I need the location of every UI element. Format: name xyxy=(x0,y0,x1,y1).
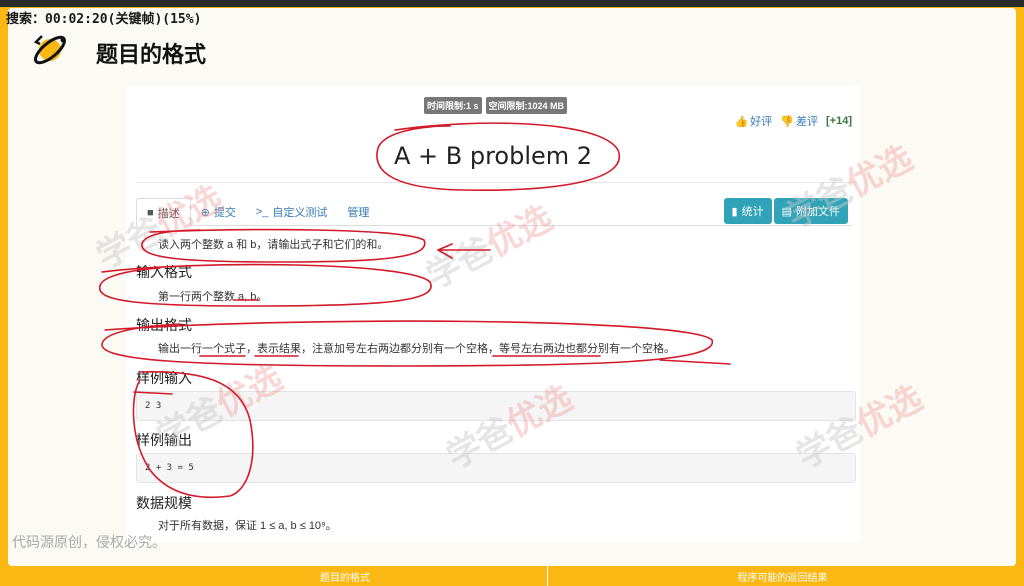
copyright-notice: 代码源原创，侵权必究。 xyxy=(12,535,166,551)
time-limit-badge: 时间限制:1 s xyxy=(424,97,482,114)
tab-custom-test-label: 自定义测试 xyxy=(272,207,328,219)
top-border xyxy=(0,0,1024,7)
tab-description[interactable]: ■ 描述 xyxy=(136,198,191,227)
vote-score: [+14] xyxy=(826,115,852,127)
logo-icon xyxy=(33,35,67,65)
attachments-button[interactable]: ▤ 附加文件 xyxy=(773,198,848,224)
constraints-heading: 数据规模 xyxy=(136,495,192,511)
slide-title: 题目的格式 xyxy=(96,43,207,68)
book-icon: ■ xyxy=(147,206,154,219)
problem-panel: 时间限制:1 s 空间限制:1024 MB 👍 好评 👎 差评 [+14] A … xyxy=(126,86,860,542)
bar-chart-icon: ▮ xyxy=(731,205,738,218)
tab-manage[interactable]: 管理 xyxy=(337,198,379,226)
tab-submit-label: 提交 xyxy=(213,207,236,219)
input-format-text: 第一行两个整数 a, b。 xyxy=(158,291,268,303)
thumbs-down-icon: 👎 xyxy=(780,115,794,128)
limit-badges: 时间限制:1 s 空间限制:1024 MB xyxy=(424,97,568,114)
constraints-text: 对于所有数据，保证 1 ≤ a, b ≤ 10⁹。 xyxy=(158,520,337,532)
tab-submit[interactable]: ⊕ 提交 xyxy=(191,198,246,226)
attachments-label: 附加文件 xyxy=(796,206,840,218)
output-format-heading: 输出格式 xyxy=(136,317,192,333)
tab-actions: ▮ 统计 ▤ 附加文件 xyxy=(723,198,848,224)
bottom-chapter-next[interactable]: 程序可能的返回结果 xyxy=(547,566,1017,586)
input-format-heading: 输入格式 xyxy=(136,264,192,280)
terminal-icon: >_ xyxy=(255,206,269,218)
search-status-text: 搜索：00:02:20(关键帧)(15%) xyxy=(6,12,202,27)
vote-bar: 👍 好评 👎 差评 [+14] xyxy=(735,113,852,129)
tab-manage-label: 管理 xyxy=(347,207,370,219)
memory-limit-badge: 空间限制:1024 MB xyxy=(485,97,568,114)
tab-custom-test[interactable]: >_ 自定义测试 xyxy=(246,198,338,226)
problem-title: A + B problem 2 xyxy=(393,142,593,170)
upvote-link[interactable]: 👍 好评 xyxy=(735,113,773,129)
upvote-label: 好评 xyxy=(750,116,773,128)
downvote-label: 差评 xyxy=(796,116,818,128)
problem-tabs: ■ 描述 ⊕ 提交 >_ 自定义测试 管理 ▮ 统计 ▤ 附加文件 xyxy=(136,198,852,227)
sample-output-heading: 样例输出 xyxy=(136,432,192,448)
tab-description-label: 描述 xyxy=(157,207,180,220)
stats-label: 统计 xyxy=(741,206,764,218)
bottom-chapter-current[interactable]: 题目的格式 xyxy=(145,566,545,586)
upload-icon: ⊕ xyxy=(200,206,210,219)
title-divider xyxy=(136,182,858,183)
thumbs-up-icon: 👍 xyxy=(734,115,749,128)
sample-input-heading: 样例输入 xyxy=(136,370,192,386)
stats-button[interactable]: ▮ 统计 xyxy=(723,198,772,224)
problem-description: 读入两个整数 a 和 b，请输出式子和它们的和。 xyxy=(158,239,389,251)
sample-input-box: 2 3 xyxy=(136,391,856,421)
sample-output-box: 2 + 3 = 5 xyxy=(136,453,856,483)
output-format-text: 输出一行一个式子，表示结果，注意加号左右两边都分别有一个空格，等号左右两边也都分… xyxy=(158,343,675,355)
file-icon: ▤ xyxy=(781,205,792,218)
downvote-link[interactable]: 👎 差评 xyxy=(780,113,818,129)
